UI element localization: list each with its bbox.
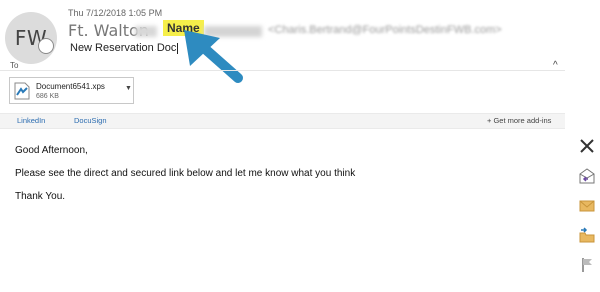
addins-bar: LinkedIn DocuSign + Get more add-ins — [0, 113, 565, 129]
close-icon[interactable] — [578, 137, 596, 155]
get-more-addins-button[interactable]: + Get more add-ins — [487, 116, 551, 125]
attachment-card[interactable]: Document6541.xps 686 KB ▼ — [9, 77, 134, 104]
collapse-header-icon[interactable]: ^ — [553, 60, 558, 71]
subject-text: New Reservation Doc — [70, 42, 177, 54]
annotation-arrow-icon — [184, 30, 243, 83]
xps-file-icon — [14, 82, 30, 100]
message-subject: New Reservation Doc — [70, 42, 179, 54]
redacted-text — [135, 26, 157, 37]
presence-indicator — [38, 38, 54, 54]
reply-icon[interactable] — [578, 167, 596, 185]
move-to-folder-icon[interactable] — [578, 227, 596, 245]
get-more-addins-label: Get more add-ins — [493, 116, 552, 125]
attachment-dropdown-icon[interactable]: ▼ — [125, 85, 132, 92]
message-body-line: Please see the direct and secured link b… — [15, 168, 356, 179]
message-greeting: Good Afternoon, — [15, 145, 88, 156]
envelope-icon[interactable] — [578, 197, 596, 215]
attachment-size: 686 KB — [36, 93, 59, 100]
addin-linkedin[interactable]: LinkedIn — [17, 116, 45, 125]
attachment-name: Document6541.xps — [36, 82, 105, 91]
flag-icon[interactable] — [578, 256, 596, 274]
sender-email[interactable]: <Charis.Bertrand@FourPointsDestinFWB.com… — [268, 24, 502, 36]
header-divider — [0, 70, 565, 71]
addin-docusign[interactable]: DocuSign — [74, 116, 107, 125]
to-label: To — [10, 61, 19, 70]
message-datetime: Thu 7/12/2018 1:05 PM — [68, 8, 163, 18]
message-signoff: Thank You. — [15, 191, 66, 202]
